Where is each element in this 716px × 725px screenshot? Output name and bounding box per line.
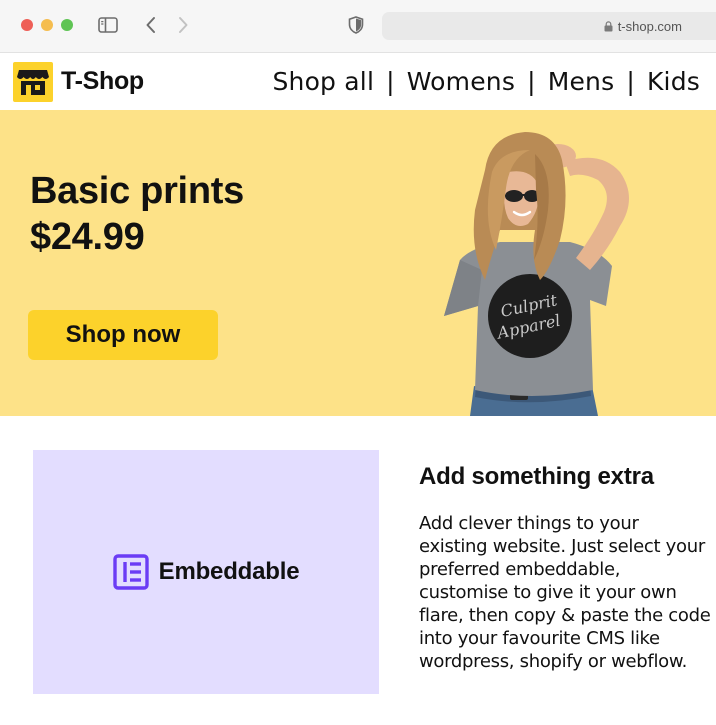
nav-mens[interactable]: Mens bbox=[548, 67, 615, 96]
site-header: T-Shop Shop all | Womens | Mens | Kids bbox=[0, 54, 716, 110]
browser-toolbar: t-shop.com bbox=[0, 0, 716, 53]
embeddable-logo-icon bbox=[112, 554, 149, 590]
minimize-window-button[interactable] bbox=[41, 19, 53, 31]
zoom-window-button[interactable] bbox=[61, 19, 73, 31]
nav-separator: | bbox=[626, 67, 635, 96]
nav-shop-all[interactable]: Shop all bbox=[272, 67, 374, 96]
url-text: t-shop.com bbox=[617, 18, 682, 34]
embeddable-logo: Embeddable bbox=[112, 554, 300, 590]
feature-description: Add clever things to your existing websi… bbox=[419, 513, 711, 672]
lock-icon bbox=[604, 21, 613, 32]
feature-title: Add something extra bbox=[419, 463, 654, 490]
close-window-button[interactable] bbox=[21, 19, 33, 31]
embeddable-logo-text: Embeddable bbox=[158, 558, 300, 585]
nav-womens[interactable]: Womens bbox=[407, 67, 515, 96]
storefront-icon bbox=[17, 70, 49, 95]
brand-name[interactable]: T-Shop bbox=[61, 67, 144, 96]
nav-kids[interactable]: Kids bbox=[647, 67, 700, 96]
forward-arrow-icon[interactable] bbox=[172, 14, 194, 36]
shop-now-button[interactable]: Shop now bbox=[28, 310, 218, 360]
model-photo: Culprit Apparel bbox=[444, 132, 629, 416]
hero-banner: Basic prints $24.99 Shop now Culprit App… bbox=[0, 110, 716, 416]
address-bar[interactable]: t-shop.com bbox=[382, 12, 716, 40]
hero-price: $24.99 bbox=[30, 216, 145, 258]
sidebar-icon[interactable] bbox=[97, 14, 119, 36]
main-nav: Shop all | Womens | Mens | Kids bbox=[272, 67, 700, 96]
store-logo[interactable] bbox=[13, 62, 53, 102]
hero-product-name: Basic prints bbox=[30, 170, 244, 212]
back-arrow-icon[interactable] bbox=[140, 14, 162, 36]
hero-title: Basic prints $24.99 bbox=[30, 168, 244, 260]
nav-separator: | bbox=[527, 67, 536, 96]
embeddable-card[interactable]: Embeddable bbox=[33, 450, 379, 694]
nav-separator: | bbox=[386, 67, 395, 96]
shield-icon[interactable] bbox=[345, 14, 367, 36]
